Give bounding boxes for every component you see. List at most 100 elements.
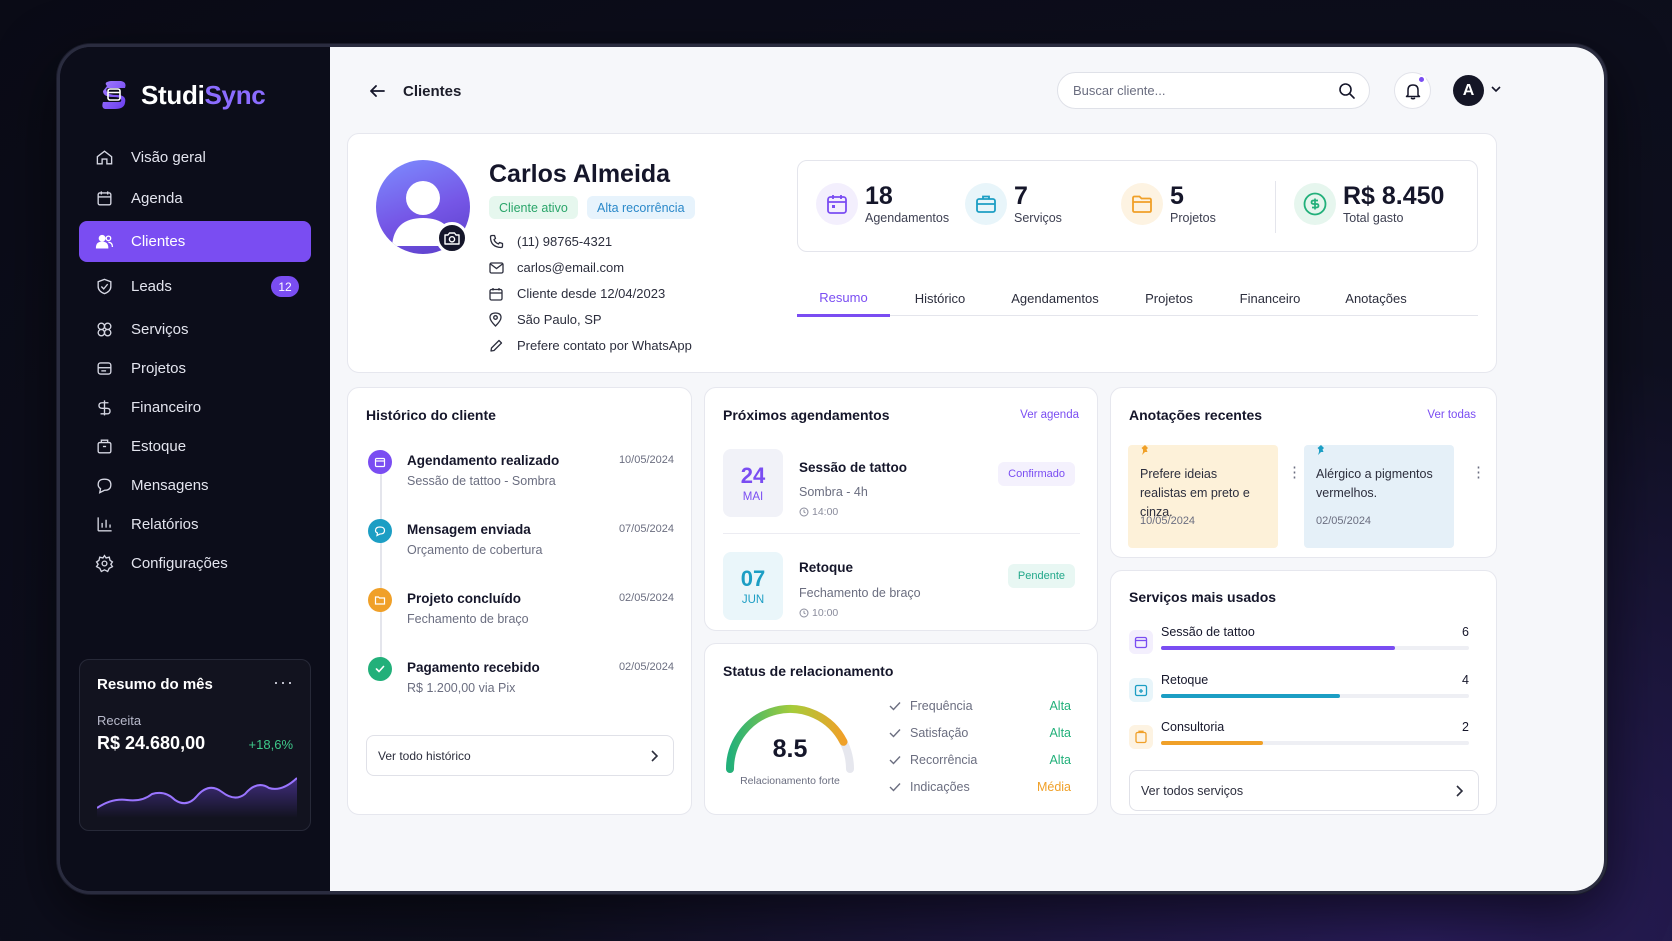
month-summary-title: Resumo do mês <box>97 676 213 693</box>
leads-count-badge: 12 <box>271 276 299 297</box>
back-arrow-icon[interactable] <box>367 81 387 101</box>
top-services-card: Serviços mais usados Sessão de tattoo 6 … <box>1110 570 1497 815</box>
view-full-history-button[interactable]: Ver todo histórico <box>366 735 674 776</box>
clipboard-icon <box>1129 725 1153 749</box>
tab-anotacoes[interactable]: Anotações <box>1336 281 1416 316</box>
sidebar-item-visao-geral[interactable]: Visão geral <box>79 137 311 178</box>
service-row[interactable]: Consultoria 2 <box>1129 720 1469 758</box>
appointment-time-row: 14:00 <box>799 506 838 518</box>
tab-agendamentos[interactable]: Agendamentos <box>1004 281 1106 316</box>
service-bar-fill <box>1161 694 1340 698</box>
sidebar: StudiSync Visão geral Agenda Clientes Le… <box>60 47 330 891</box>
service-bar-fill <box>1161 741 1263 745</box>
brand-name-part1: Studi <box>141 79 205 110</box>
appointment-title: Retoque <box>799 560 853 575</box>
service-name: Sessão de tattoo <box>1161 625 1255 639</box>
brand-logo[interactable]: StudiSync <box>97 75 330 115</box>
service-row[interactable]: Retoque 4 <box>1129 673 1469 711</box>
appointment-date: 24 MAI <box>723 449 783 517</box>
service-name: Retoque <box>1161 673 1209 687</box>
services-icon <box>94 320 114 340</box>
sidebar-item-estoque[interactable]: Estoque <box>79 426 311 467</box>
client-preference: Prefere contato por WhatsApp <box>517 338 692 353</box>
stat-projects: 5 Projetos <box>1121 183 1216 225</box>
service-row[interactable]: Sessão de tattoo 6 <box>1129 625 1469 663</box>
box-icon <box>94 437 114 457</box>
appointment-item[interactable]: 24 MAI Sessão de tattoo Sombra - 4h 14:0… <box>723 449 1080 531</box>
calendar-icon <box>489 287 507 301</box>
appointment-date: 07 JUN <box>723 552 783 620</box>
stat-value: 5 <box>1170 182 1184 210</box>
sidebar-item-projetos[interactable]: Projetos <box>79 348 311 389</box>
sidebar-item-servicos[interactable]: Serviços <box>79 309 311 350</box>
appointment-title: Sessão de tattoo <box>799 460 908 475</box>
sidebar-item-label: Clientes <box>131 233 186 250</box>
note-more-icon[interactable]: ⋮ <box>1287 465 1302 480</box>
appointment-day: 24 <box>740 462 766 488</box>
projects-icon <box>94 359 114 379</box>
view-full-history-label: Ver todo histórico <box>378 748 471 763</box>
stat-label: Total gasto <box>1343 211 1404 225</box>
view-all-services-button[interactable]: Ver todos serviços <box>1129 770 1479 811</box>
client-email-row: carlos@email.com <box>489 260 624 275</box>
relationship-metric-row: Recorrência Alta <box>889 753 1075 767</box>
timeline-date: 07/05/2024 <box>618 523 674 535</box>
timeline-line <box>380 463 382 673</box>
sidebar-item-financeiro[interactable]: Financeiro <box>79 387 311 428</box>
view-agenda-link[interactable]: Ver agenda <box>1020 409 1079 421</box>
message-icon <box>94 476 114 496</box>
appointment-time-row: 10:00 <box>799 607 838 619</box>
more-icon[interactable]: ··· <box>273 672 294 693</box>
services-title: Serviços mais usados <box>1129 589 1277 605</box>
sidebar-item-mensagens[interactable]: Mensagens <box>79 465 311 506</box>
tab-financeiro[interactable]: Financeiro <box>1230 281 1310 316</box>
client-since-row: Cliente desde 12/04/2023 <box>489 286 665 301</box>
appointment-time: 10:00 <box>812 607 839 619</box>
stats-divider <box>1275 181 1276 233</box>
appointments-title: Próximos agendamentos <box>723 407 890 423</box>
client-history-card: Histórico do cliente Agendamento realiza… <box>347 387 692 815</box>
finance-icon <box>94 398 114 418</box>
metric-label: Satisfação <box>910 726 969 740</box>
metric-level: Alta <box>1049 726 1071 740</box>
location-pin-icon <box>489 312 507 327</box>
appointment-time: 14:00 <box>812 506 839 518</box>
note-card[interactable]: Alérgico a pigmentos vermelhos. 02/05/20… <box>1304 445 1454 548</box>
tab-historico[interactable]: Histórico <box>901 281 979 316</box>
message-icon <box>368 519 392 543</box>
client-name: Carlos Almeida <box>489 160 671 188</box>
client-preference-row: Prefere contato por WhatsApp <box>489 338 692 353</box>
notifications-button[interactable] <box>1394 72 1431 109</box>
sidebar-item-agenda[interactable]: Agenda <box>79 178 311 219</box>
sidebar-item-leads[interactable]: Leads 12 <box>79 266 311 307</box>
view-all-notes-link[interactable]: Ver todas <box>1427 409 1476 421</box>
search-icon[interactable] <box>1338 82 1356 100</box>
user-avatar[interactable]: A <box>1453 75 1484 106</box>
appointment-month: MAI <box>742 490 764 503</box>
sidebar-item-relatorios[interactable]: Relatórios <box>79 504 311 545</box>
chevron-right-icon <box>1456 785 1464 797</box>
note-card[interactable]: Prefere ideias realistas em preto e cinz… <box>1128 445 1278 548</box>
service-count: 4 <box>1462 673 1469 687</box>
timeline-date: 02/05/2024 <box>618 661 674 673</box>
calendar-icon <box>368 450 392 474</box>
timeline-title: Mensagem enviada <box>407 522 531 537</box>
sidebar-item-configuracoes[interactable]: Configurações <box>79 543 311 584</box>
sidebar-nav: Visão geral Agenda Clientes Leads 12 Ser… <box>60 137 330 584</box>
note-more-icon[interactable]: ⋮ <box>1471 465 1486 480</box>
tab-resumo[interactable]: Resumo <box>797 281 890 317</box>
change-photo-button[interactable] <box>436 222 468 254</box>
sidebar-item-label: Serviços <box>131 321 189 338</box>
sidebar-item-clientes[interactable]: Clientes <box>79 221 311 262</box>
service-bar-fill <box>1161 646 1396 650</box>
camera-icon <box>444 232 460 245</box>
phone-icon <box>489 234 507 249</box>
timeline-sub: Fechamento de braço <box>407 612 529 626</box>
tab-projetos[interactable]: Projetos <box>1133 281 1205 316</box>
service-count: 2 <box>1462 720 1469 734</box>
appointment-item[interactable]: 07 JUN Retoque Fechamento de braço 10:00… <box>723 552 1080 634</box>
chevron-down-icon[interactable] <box>1491 85 1501 93</box>
search-input[interactable] <box>1073 83 1323 98</box>
relationship-title: Status de relacionamento <box>723 663 894 679</box>
stat-label: Projetos <box>1170 211 1216 225</box>
